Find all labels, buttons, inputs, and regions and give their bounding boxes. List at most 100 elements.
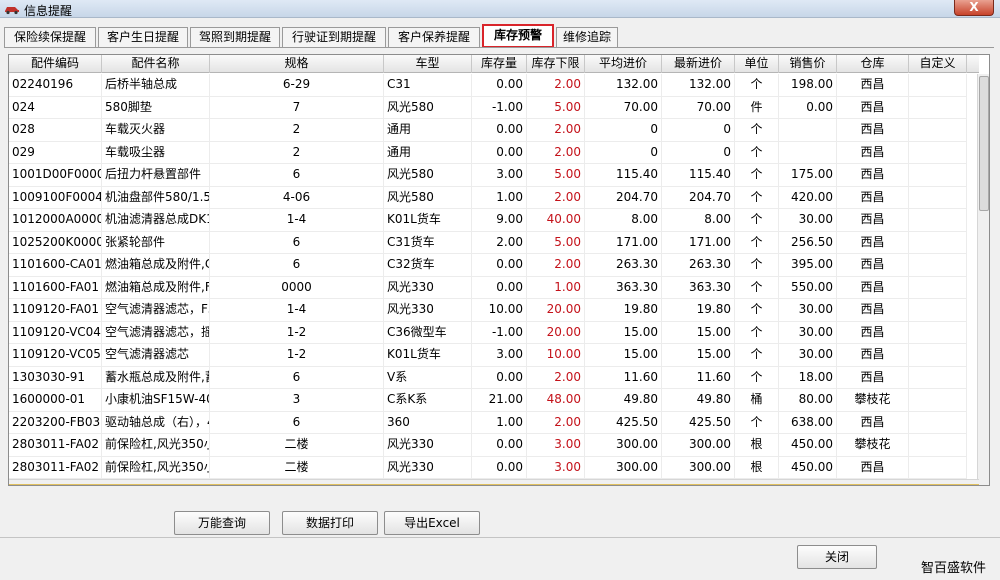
cell-part-code: 1109120-FA01 bbox=[9, 299, 102, 322]
cell-spec: 6 bbox=[210, 366, 384, 389]
cell-model: C32货车 bbox=[384, 254, 472, 277]
cell-custom bbox=[909, 456, 967, 479]
cell-warehouse: 西昌 bbox=[837, 96, 909, 119]
table-row[interactable]: 1109120-VC04 空气滤清器滤芯，摇 1-2 C36微型车 -1.00 20.00… bbox=[9, 321, 979, 344]
cell-stock-min: 2.00 bbox=[527, 141, 585, 164]
cell-custom bbox=[909, 231, 967, 254]
cell-part-code: 1001D00F0000 bbox=[9, 164, 102, 187]
cell-latest-price: 363.30 bbox=[662, 276, 735, 299]
col-header-avg-price[interactable]: 平均进价 bbox=[585, 55, 662, 73]
cell-model: 风光330 bbox=[384, 299, 472, 322]
cell-part-name: 张紧轮部件 bbox=[102, 231, 210, 254]
cell-stock: 9.00 bbox=[472, 209, 527, 232]
tab-insurance-renewal[interactable]: 保险续保提醒 bbox=[4, 27, 96, 47]
cell-part-name: 蓄水瓶总成及附件,蓄 bbox=[102, 366, 210, 389]
tab-repair-tracking[interactable]: 维修追踪 bbox=[556, 27, 618, 47]
col-header-unit[interactable]: 单位 bbox=[735, 55, 779, 73]
cell-unit: 个 bbox=[735, 209, 779, 232]
window-close-button[interactable]: X bbox=[954, 0, 994, 16]
col-header-custom[interactable]: 自定义 bbox=[909, 55, 967, 73]
data-print-button[interactable]: 数据打印 bbox=[282, 511, 378, 535]
table-row[interactable]: 1109120-FA01 空气滤清器滤芯，F5 1-4 风光330 10.00 20.00… bbox=[9, 299, 979, 322]
footer-separator bbox=[0, 537, 1000, 538]
cell-part-name: 车载吸尘器 bbox=[102, 141, 210, 164]
cell-custom bbox=[909, 299, 967, 322]
cell-part-name: 燃油箱总成及附件,C3 bbox=[102, 254, 210, 277]
cell-spec: 1-2 bbox=[210, 321, 384, 344]
cell-part-code: 1109120-VC04 bbox=[9, 321, 102, 344]
cell-latest-price: 300.00 bbox=[662, 434, 735, 457]
cell-custom bbox=[909, 254, 967, 277]
table-row[interactable]: 1001D00F0000 后扭力杆悬置部件 6 风光580 3.00 5.00 115.40… bbox=[9, 164, 979, 187]
export-excel-button[interactable]: 导出Excel bbox=[384, 511, 480, 535]
table-row[interactable]: 1012000A0000 机油滤清器总成DK13 1-4 K01L货车 9.00 40.0… bbox=[9, 209, 979, 232]
cell-stock-min: 5.00 bbox=[527, 231, 585, 254]
table-row[interactable]: 1600000-01 小康机油SF15W-40 3 C系K系 21.00 48.00 49.… bbox=[9, 389, 979, 412]
tab-registration-expiry[interactable]: 行驶证到期提醒 bbox=[282, 27, 386, 47]
table-row[interactable]: 2803011-FA02 前保险杠,风光350小 二楼 风光330 0.00 3.00 30… bbox=[9, 434, 979, 457]
cell-stock: 0.00 bbox=[472, 119, 527, 142]
cell-avg-price: 425.50 bbox=[585, 411, 662, 434]
cell-custom bbox=[909, 366, 967, 389]
table-row[interactable]: 02240196 后桥半轴总成 6-29 C31 0.00 2.00 132.00 132.0… bbox=[9, 74, 979, 97]
cell-stock-min: 20.00 bbox=[527, 299, 585, 322]
grid-header: 配件编码 配件名称 规格 车型 库存量 库存下限 平均进价 最新进价 单位 销售… bbox=[9, 55, 979, 73]
cell-latest-price: 15.00 bbox=[662, 344, 735, 367]
table-row[interactable]: 024 580脚垫 7 风光580 -1.00 5.00 70.00 70.00 件 0.00 西昌 bbox=[9, 96, 979, 119]
col-header-part-name[interactable]: 配件名称 bbox=[102, 55, 210, 73]
cell-spec: 二楼 bbox=[210, 434, 384, 457]
cell-part-code: 1012000A0000 bbox=[9, 209, 102, 232]
vertical-scroll-thumb[interactable] bbox=[979, 76, 989, 211]
cell-part-name: 空气滤清器滤芯，摇 bbox=[102, 321, 210, 344]
table-row[interactable]: 1025200K0000 张紧轮部件 6 C31货车 2.00 5.00 171.00 171… bbox=[9, 231, 979, 254]
table-row[interactable]: 2803011-FA02 前保险杠,风光350小 二楼 风光330 0.00 3.00 30… bbox=[9, 456, 979, 479]
tab-customer-birthday[interactable]: 客户生日提醒 bbox=[98, 27, 188, 47]
cell-custom bbox=[909, 96, 967, 119]
table-row[interactable]: 1303030-91 蓄水瓶总成及附件,蓄 6 V系 0.00 2.00 11.60 11.6… bbox=[9, 366, 979, 389]
cell-unit: 个 bbox=[735, 344, 779, 367]
col-header-part-code[interactable]: 配件编码 bbox=[9, 55, 102, 73]
cell-spec: 6-29 bbox=[210, 74, 384, 97]
cell-part-name: 后扭力杆悬置部件 bbox=[102, 164, 210, 187]
cell-sale-price: 198.00 bbox=[779, 74, 837, 97]
cell-unit: 个 bbox=[735, 186, 779, 209]
cell-custom bbox=[909, 411, 967, 434]
cell-warehouse: 西昌 bbox=[837, 186, 909, 209]
cell-part-code: 2803011-FA02 bbox=[9, 434, 102, 457]
col-header-stock-min[interactable]: 库存下限 bbox=[527, 55, 585, 73]
col-header-stock[interactable]: 库存量 bbox=[472, 55, 527, 73]
universal-query-button[interactable]: 万能查询 bbox=[174, 511, 270, 535]
vertical-scrollbar[interactable] bbox=[977, 74, 989, 485]
tab-license-expiry[interactable]: 驾照到期提醒 bbox=[190, 27, 280, 47]
tab-customer-maintenance[interactable]: 客户保养提醒 bbox=[388, 27, 480, 47]
table-row[interactable]: 1109120-VC05 空气滤清器滤芯 1-2 K01L货车 3.00 10.00 15.… bbox=[9, 344, 979, 367]
col-header-spec[interactable]: 规格 bbox=[210, 55, 384, 73]
col-header-warehouse[interactable]: 仓库 bbox=[837, 55, 909, 73]
cell-avg-price: 263.30 bbox=[585, 254, 662, 277]
cell-part-name: 空气滤清器滤芯，F5 bbox=[102, 299, 210, 322]
table-row[interactable]: 1009100F0004 机油盘部件580/1.5 4-06 风光580 1.00 2.0… bbox=[9, 186, 979, 209]
cell-warehouse: 西昌 bbox=[837, 164, 909, 187]
cell-custom bbox=[909, 186, 967, 209]
cell-warehouse: 西昌 bbox=[837, 366, 909, 389]
col-header-latest-price[interactable]: 最新进价 bbox=[662, 55, 735, 73]
table-row[interactable]: 1101600-FA01 燃油箱总成及附件,F5 0000 风光330 0.00 1.00… bbox=[9, 276, 979, 299]
col-header-model[interactable]: 车型 bbox=[384, 55, 472, 73]
cell-sale-price bbox=[779, 141, 837, 164]
col-header-sale-price[interactable]: 销售价 bbox=[779, 55, 837, 73]
table-row[interactable]: 029 车载吸尘器 2 通用 0.00 2.00 0 0 个西昌 bbox=[9, 141, 979, 164]
table-row[interactable]: 1101600-CA01 燃油箱总成及附件,C3 6 C32货车 0.00 2.00 263… bbox=[9, 254, 979, 277]
brand-label: 智百盛软件 bbox=[920, 561, 986, 576]
close-button[interactable]: 关闭 bbox=[797, 545, 877, 569]
cell-warehouse: 西昌 bbox=[837, 276, 909, 299]
table-row[interactable]: 2203200-FB03 驱动轴总成（右），4 6 360 1.00 2.00 425.50… bbox=[9, 411, 979, 434]
table-row[interactable]: 028 车载灭火器 2 通用 0.00 2.00 0 0 个西昌 bbox=[9, 119, 979, 142]
cell-spec: 二楼 bbox=[210, 456, 384, 479]
cell-stock-min: 5.00 bbox=[527, 96, 585, 119]
cell-part-name: 空气滤清器滤芯 bbox=[102, 344, 210, 367]
tab-inventory-warning[interactable]: 库存预警 bbox=[482, 24, 554, 48]
cell-model: 通用 bbox=[384, 119, 472, 142]
cell-sale-price: 450.00 bbox=[779, 456, 837, 479]
cell-model: 风光580 bbox=[384, 164, 472, 187]
horizontal-scrollbar[interactable] bbox=[9, 479, 979, 485]
